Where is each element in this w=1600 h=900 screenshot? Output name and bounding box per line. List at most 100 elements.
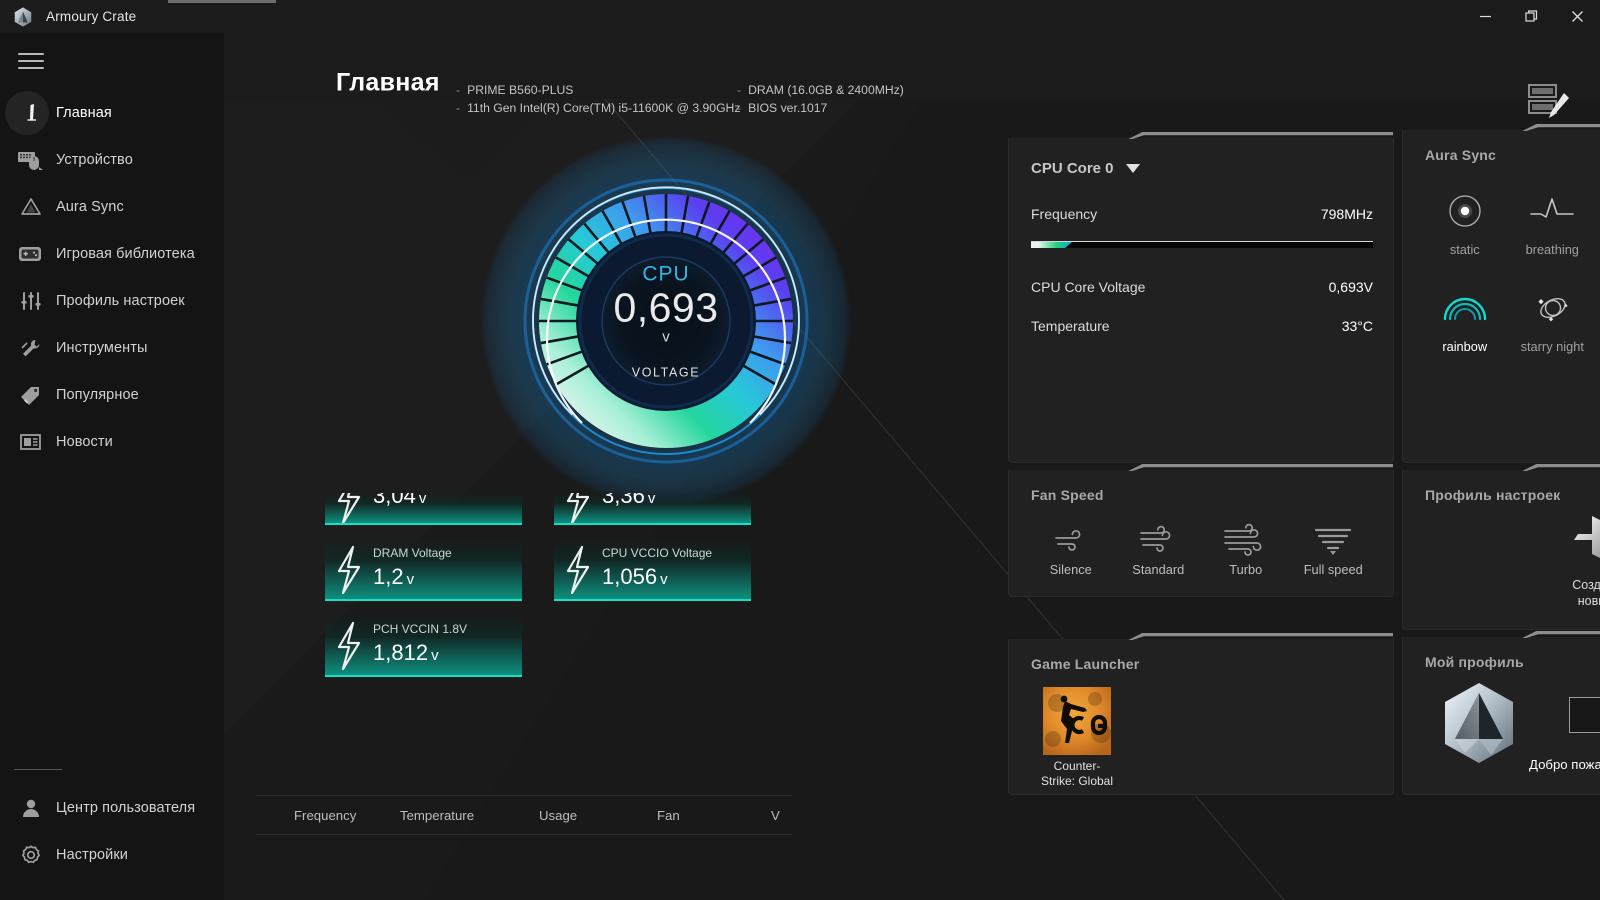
sidebar-item-label: Настройки: [56, 846, 128, 863]
voltage-tile-cpu-vccio[interactable]: CPU VCCIO Voltage 1,056 v: [554, 539, 751, 601]
game-launcher-panel: Game Launcher Counter- Strike: Global: [1008, 633, 1394, 795]
sidebar-item-label: Профиль настроек: [56, 292, 185, 309]
breathing-wave-icon: [1509, 182, 1597, 240]
panel-notch-decoration: [1403, 124, 1600, 131]
rainbow-arc-icon: [1421, 279, 1509, 337]
minimize-button[interactable]: [1462, 0, 1508, 33]
voltage-tile-row: DRAM Voltage 1,2 v CPU VCCIO Voltage 1,05…: [325, 539, 765, 601]
panel-title: Мой профиль: [1425, 654, 1524, 670]
sidebar-item-aura-sync[interactable]: Aura Sync: [0, 183, 224, 230]
user-center-icon: [8, 788, 54, 828]
bullet-dash: -: [737, 101, 742, 115]
game-launcher-item[interactable]: Counter- Strike: Global: [1031, 687, 1123, 789]
panel-title: Профиль настроек: [1425, 487, 1561, 503]
fan-mode-turbo[interactable]: Turbo: [1202, 518, 1290, 577]
panel-title: Fan Speed: [1031, 487, 1104, 503]
tab-frequency[interactable]: Frequency: [294, 808, 356, 823]
aura-effect-static[interactable]: static: [1421, 182, 1509, 257]
main-content: Главная - PRIME B560-PLUS -11th Gen Intel…: [224, 33, 1600, 900]
strobing-dots-icon: [1596, 182, 1600, 240]
aura-effect-label: starry night: [1520, 339, 1584, 354]
plus-create-icon: [1574, 516, 1600, 558]
title-bar: Armoury Crate: [0, 0, 1600, 33]
dram-info: DRAM (16.0GB & 2400MHz): [748, 83, 904, 97]
maximize-button[interactable]: [1508, 0, 1554, 33]
voltage-tile-pch-vccin[interactable]: PCH VCCIN 1.8V 1,812 v: [325, 615, 522, 677]
fan-mode-full-speed[interactable]: Full speed: [1290, 518, 1378, 577]
tab-voltage[interactable]: V: [771, 808, 780, 823]
edit-layout-pencil-icon[interactable]: [1524, 79, 1572, 121]
page-header: Главная - PRIME B560-PLUS -11th Gen Intel…: [224, 33, 1600, 118]
sidebar-item-device[interactable]: Устройство: [0, 136, 224, 183]
static-dot-icon: [1421, 182, 1509, 240]
cpu-temperature-row: Temperature 33°C: [1031, 318, 1373, 334]
sidebar-item-label: Новости: [56, 433, 113, 450]
chevron-down-icon[interactable]: [1125, 164, 1140, 173]
panel-title: Aura Sync: [1425, 147, 1497, 163]
sliders-icon: [8, 281, 54, 321]
device-keyboard-mouse-icon: [8, 140, 54, 180]
tag-featured-icon: [8, 375, 54, 415]
voltage-tile[interactable]: 3,36 v: [554, 493, 751, 525]
panel-title: Game Launcher: [1031, 656, 1140, 672]
aura-effect-breathing[interactable]: breathing: [1509, 182, 1597, 257]
cpu-core-selector[interactable]: CPU Core 0: [1031, 160, 1140, 177]
game-title-line2: Strike: Global: [1040, 774, 1114, 788]
sidebar-item-game-library[interactable]: Игровая библиотека: [0, 230, 224, 277]
news-window-icon: [8, 422, 54, 462]
gauge-caption: VOLTAGE: [631, 365, 701, 380]
cpu-voltage-value: 0,693V: [1328, 279, 1373, 295]
sidebar-item-label: Aura Sync: [56, 198, 124, 215]
cpu-frequency-row: Frequency 798MHz: [1031, 206, 1373, 222]
sidebar-item-label: Популярное: [56, 386, 139, 403]
cpu-temperature-value: 33°C: [1341, 318, 1373, 334]
sidebar-item-user-center[interactable]: Центр пользователя: [0, 784, 224, 831]
create-profile-text: Создать новый: [1403, 577, 1600, 609]
sidebar-bottom-nav: Центр пользователя Настройки: [0, 769, 224, 878]
lightning-bolt-icon: [337, 493, 361, 523]
aura-effect-music[interactable]: music: [1596, 279, 1600, 354]
lightning-bolt-icon: [337, 545, 361, 595]
tab-temperature[interactable]: Temperature: [400, 808, 474, 823]
create-new-profile-button[interactable]: Создать новый: [1403, 510, 1600, 609]
voltage-tile[interactable]: 3,04 v: [325, 493, 522, 525]
sidebar-item-settings-profile[interactable]: Профиль настроек: [0, 277, 224, 324]
sidebar-item-home[interactable]: Главная: [0, 89, 224, 136]
create-profile-line2: новый: [1577, 594, 1600, 608]
panel-notch-decoration: [1403, 631, 1600, 638]
hamburger-menu-icon[interactable]: [14, 45, 48, 77]
aura-effect-row: rainbow starry night: [1421, 279, 1600, 354]
sidebar-item-news[interactable]: Новости: [0, 418, 224, 465]
sidebar-item-settings[interactable]: Настройки: [0, 831, 224, 878]
fan-mode-silence[interactable]: Silence: [1027, 518, 1115, 577]
voltage-tile-label: DRAM Voltage: [373, 546, 452, 560]
sidebar: Главная Устройство Aura Sync Игровая биб…: [0, 33, 224, 900]
cpu-temperature-label: Temperature: [1031, 318, 1110, 334]
tab-usage[interactable]: Usage: [539, 808, 577, 823]
aura-effect-rainbow[interactable]: rainbow: [1421, 279, 1509, 354]
page-title: Главная: [336, 68, 440, 97]
fan-mode-grid: Silence Standard Turbo Full speed: [1027, 518, 1377, 577]
fan-speed-panel: Fan Speed Silence Standard Turbo Full sp…: [1008, 464, 1394, 597]
create-profile-line1: Создать: [1572, 578, 1600, 592]
aura-effect-strobing[interactable]: strobing: [1596, 182, 1600, 257]
voltage-tile-row: PCH VCCIN 1.8V 1,812 v: [325, 615, 765, 677]
tab-fan[interactable]: Fan: [657, 808, 680, 823]
armoury-crate-hex-logo-icon: [1445, 683, 1513, 763]
sidebar-item-tools[interactable]: Инструменты: [0, 324, 224, 371]
sidebar-divider: [14, 769, 62, 770]
wrench-tools-icon: [8, 328, 54, 368]
sidebar-item-featured[interactable]: Популярное: [0, 371, 224, 418]
close-button[interactable]: [1554, 0, 1600, 33]
sign-in-button[interactable]: Войти: [1569, 697, 1600, 733]
cpu-core-selector-label: CPU Core 0: [1031, 160, 1114, 177]
cpu-voltage-row: CPU Core Voltage 0,693V: [1031, 279, 1373, 295]
cpu-frequency-bar-fill: [1031, 242, 1072, 248]
fan-mode-standard[interactable]: Standard: [1115, 518, 1203, 577]
voltage-tile-label: PCH VCCIN 1.8V: [373, 622, 468, 636]
info-dashboard-icon: [8, 93, 54, 133]
motherboard-model: PRIME B560-PLUS: [467, 83, 574, 97]
voltage-tile-dram[interactable]: DRAM Voltage 1,2 v: [325, 539, 522, 601]
aura-effect-starry-night[interactable]: starry night: [1509, 279, 1597, 354]
voltage-value: 1,2 v: [373, 564, 415, 589]
